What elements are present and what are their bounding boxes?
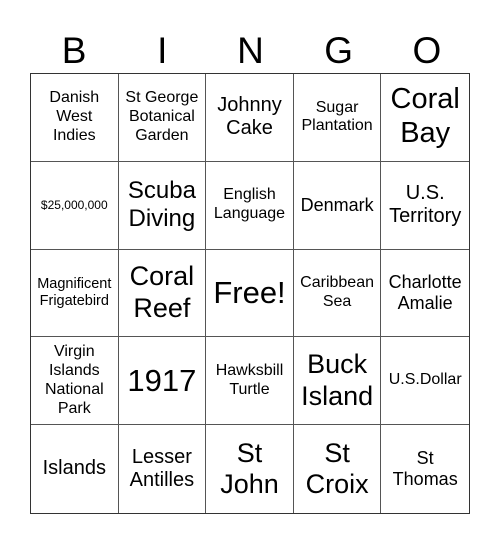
bingo-cell: 1917 bbox=[118, 337, 207, 426]
bingo-cell: Denmark bbox=[293, 161, 382, 250]
bingo-cell: St Thomas bbox=[392, 448, 458, 490]
bingo-cell: U.S. Territory bbox=[381, 162, 469, 250]
bingo-cell: St Croix bbox=[294, 425, 382, 513]
bingo-cell: Virgin Islands National Park bbox=[31, 337, 119, 426]
bingo-cell: Coral Reef bbox=[118, 249, 207, 338]
header-letter-o: O bbox=[412, 29, 442, 71]
bingo-cell: Magnificent Frigatebird bbox=[31, 249, 119, 338]
bingo-cell: Caribbean Sea bbox=[293, 249, 382, 338]
bingo-cell: Sugar Plantation bbox=[293, 74, 382, 162]
bingo-cell: St John bbox=[206, 425, 294, 513]
bingo-cell: St George Botanical Garden bbox=[118, 74, 207, 162]
bingo-board: Danish West Indies St George Botanical G… bbox=[30, 73, 470, 514]
bingo-cell: Lesser Antilles bbox=[119, 425, 207, 513]
bingo-cell: Danish West Indies bbox=[31, 74, 119, 162]
bingo-cell: Hawksbill Turtle bbox=[206, 337, 294, 426]
header-letter-i: I bbox=[157, 29, 168, 71]
header-letter-g: G bbox=[324, 29, 354, 71]
bingo-cell: $25,000,000 bbox=[31, 161, 119, 250]
free-space: Free! bbox=[206, 249, 294, 338]
bingo-cell: Coral Bay bbox=[381, 74, 469, 162]
header-letter-n: N bbox=[237, 29, 264, 71]
bingo-cell: Islands bbox=[31, 425, 119, 513]
bingo-cell: Scuba Diving bbox=[118, 161, 207, 250]
bingo-cell: U.S.Dollar bbox=[381, 337, 469, 426]
bingo-cell: Johnny Cake bbox=[206, 74, 294, 162]
bingo-cell: English Language bbox=[206, 161, 294, 250]
bingo-header: B I N G O bbox=[30, 28, 471, 72]
bingo-cell: Buck Island bbox=[293, 337, 382, 426]
header-letter-b: B bbox=[61, 29, 87, 71]
bingo-cell: Charlotte Amalie bbox=[381, 250, 469, 338]
